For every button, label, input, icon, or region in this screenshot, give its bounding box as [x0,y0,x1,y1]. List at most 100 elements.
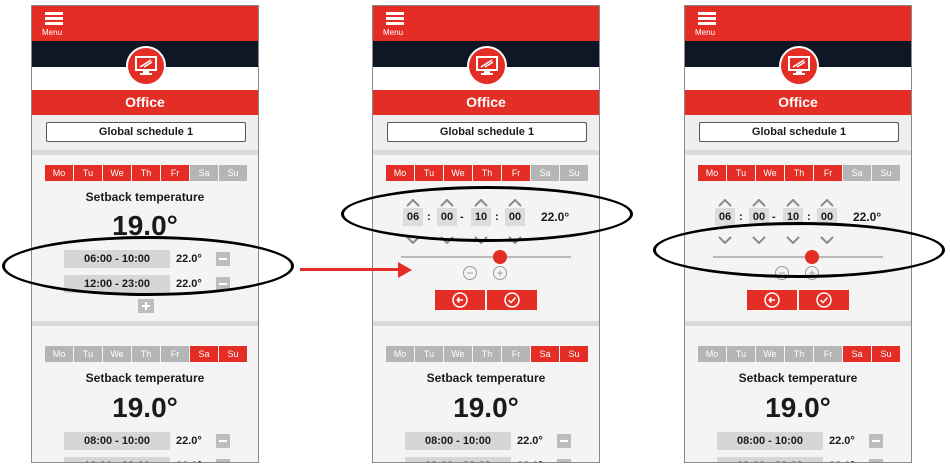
zone-title: Office [373,90,599,115]
cancel-button[interactable] [747,290,797,310]
flow-arrow [300,268,400,271]
day-toggle-tu[interactable]: Tu [415,165,443,181]
day-toggle-we[interactable]: We [444,346,472,362]
day-toggle-sa[interactable]: Sa [531,346,559,362]
remove-period-button[interactable] [216,459,230,462]
day-selector: Mo Tu We Th Fr Sa Su [386,165,589,181]
day-toggle-th[interactable]: Th [785,165,813,181]
day-toggle-mo[interactable]: Mo [45,346,73,362]
day-toggle-fr[interactable]: Fr [814,165,842,181]
day-toggle-we[interactable]: We [756,346,784,362]
editor-temperature: 22.0° [853,210,882,224]
setback-temperature: 19.0° [765,392,831,423]
day-toggle-th[interactable]: Th [473,165,501,181]
day-toggle-tu[interactable]: Tu [727,165,755,181]
day-toggle-fr[interactable]: Fr [161,165,189,181]
day-toggle-we[interactable]: We [103,165,131,181]
day-toggle-mo[interactable]: Mo [386,165,414,181]
schedule-selector[interactable]: Global schedule 1 [46,122,246,142]
day-toggle-mo[interactable]: Mo [45,165,73,181]
remove-period-button[interactable] [216,434,230,448]
confirm-button[interactable] [487,290,537,310]
setback-temperature: 19.0° [112,392,178,423]
period-time-range[interactable]: 12:00 - 23:00 [405,457,511,462]
day-toggle-fr[interactable]: Fr [161,346,189,362]
day-selector: Mo Tu We Th Fr Sa Su [45,165,248,181]
day-toggle-su[interactable]: Su [872,346,900,362]
schedule-selector[interactable]: Global schedule 1 [699,122,899,142]
day-toggle-we[interactable]: We [444,165,472,181]
menu-button[interactable]: Menu [695,12,725,40]
time-field-h1[interactable]: 06 [715,208,735,226]
day-toggle-mo[interactable]: Mo [698,346,726,362]
menu-icon-bar [45,12,63,15]
day-toggle-sa[interactable]: Sa [190,346,218,362]
confirm-button[interactable] [799,290,849,310]
day-toggle-sa[interactable]: Sa [843,346,871,362]
minus-icon[interactable]: − [463,266,477,280]
menu-icon-bar [698,22,716,25]
day-toggle-su[interactable]: Su [560,165,588,181]
day-toggle-fr[interactable]: Fr [502,346,530,362]
day-toggle-we[interactable]: We [756,165,784,181]
day-toggle-mo[interactable]: Mo [698,165,726,181]
menu-icon-bar [698,12,716,15]
temperature-slider[interactable] [401,256,571,258]
day-toggle-tu[interactable]: Tu [74,165,102,181]
day-toggle-sa[interactable]: Sa [190,165,218,181]
increment-m1-icon[interactable] [752,194,766,207]
cancel-button[interactable] [435,290,485,310]
menu-icon-bar [386,12,404,15]
day-toggle-sa[interactable]: Sa [843,165,871,181]
remove-period-button[interactable] [557,459,571,462]
day-selector: Mo Tu We Th Fr Sa Su [386,346,589,362]
day-toggle-th[interactable]: Th [785,346,813,362]
slider-knob[interactable] [492,250,507,264]
setback-label: Setback temperature [426,371,546,385]
day-toggle-su[interactable]: Su [219,346,247,362]
day-toggle-mo[interactable]: Mo [386,346,414,362]
remove-period-button[interactable] [869,434,883,448]
period-time-range[interactable]: 08:00 - 10:00 [405,432,511,450]
period-temperature: 22.0° [829,457,855,462]
add-period-button[interactable] [138,299,154,313]
remove-period-button[interactable] [869,459,883,462]
period-time-range[interactable]: 08:00 - 10:00 [64,432,170,450]
period-temperature: 22.0° [829,435,855,447]
highlight-ellipse-slider [653,222,945,278]
period-time-range[interactable]: 08:00 - 10:00 [717,432,823,450]
top-bar: Menu [373,6,599,41]
day-toggle-su[interactable]: Su [219,165,247,181]
day-toggle-th[interactable]: Th [132,346,160,362]
day-toggle-sa[interactable]: Sa [531,165,559,181]
period-temperature: 22.0° [517,435,543,447]
day-toggle-fr[interactable]: Fr [814,346,842,362]
menu-button[interactable]: Menu [42,12,72,40]
day-toggle-tu[interactable]: Tu [727,346,755,362]
day-selector: Mo Tu We Th Fr Sa Su [698,346,901,362]
increment-h2-icon[interactable] [786,194,800,207]
plus-icon[interactable]: + [493,266,507,280]
schedule-selector[interactable]: Global schedule 1 [387,122,587,142]
setback-label: Setback temperature [85,190,205,204]
day-toggle-su[interactable]: Su [872,165,900,181]
day-toggle-th[interactable]: Th [473,346,501,362]
phone-screen-list: Menu Office Global schedule 1 Mo Tu We Th Fr Sa S… [31,5,259,463]
setback-temperature: 19.0° [453,392,519,423]
increment-h1-icon[interactable] [718,194,732,207]
period-time-range[interactable]: 12:00 - 23:00 [64,457,170,462]
day-toggle-tu[interactable]: Tu [74,346,102,362]
period-time-range[interactable]: 12:00 - 23:00 [717,457,823,462]
period-temperature: 22.0° [176,457,202,462]
flow-arrow-head [398,262,412,278]
menu-icon-bar [698,17,716,20]
top-bar: Menu [685,6,911,41]
day-toggle-th[interactable]: Th [132,165,160,181]
remove-period-button[interactable] [557,434,571,448]
day-toggle-tu[interactable]: Tu [415,346,443,362]
increment-m2-icon[interactable] [820,194,834,207]
day-toggle-we[interactable]: We [103,346,131,362]
day-toggle-fr[interactable]: Fr [502,165,530,181]
menu-button[interactable]: Menu [383,12,413,40]
day-toggle-su[interactable]: Su [560,346,588,362]
